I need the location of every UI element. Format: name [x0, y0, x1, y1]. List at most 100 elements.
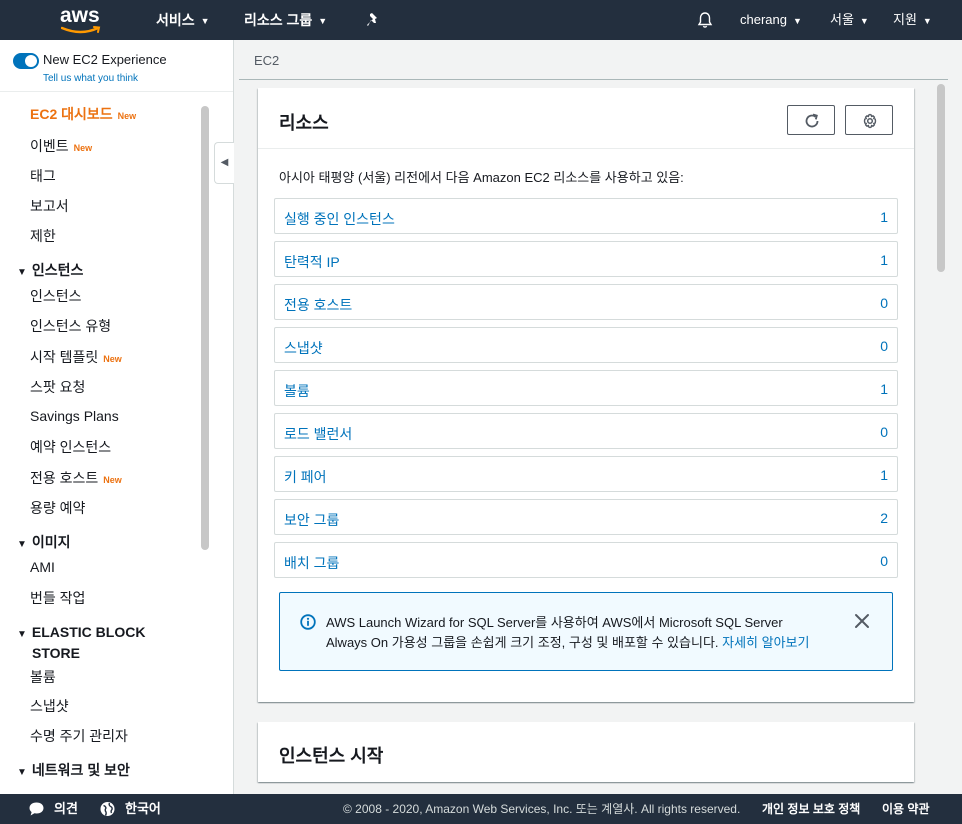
breadcrumb: EC2 — [254, 53, 280, 68]
sidebar: New EC2 Experience Tell us what you thin… — [0, 40, 234, 794]
resource-count: 0 — [880, 424, 888, 440]
new-experience-toggle[interactable] — [13, 53, 39, 69]
resource-count: 2 — [880, 510, 888, 526]
privacy-policy-link[interactable]: 개인 정보 보호 정책 — [762, 794, 860, 824]
alert-line2: Always On 가용성 그룹을 손쉽게 크기 조정, 구성 및 배포할 수 … — [326, 635, 719, 650]
sidebar-item-instance-types[interactable]: 인스턴스 유형 — [30, 316, 111, 336]
aws-smile-icon — [61, 26, 101, 34]
aws-logo[interactable]: aws — [60, 5, 102, 35]
sidebar-item-snapshots[interactable]: 스냅샷 — [30, 696, 69, 716]
sidebar-section-images[interactable]: ▼ 이미지 — [17, 532, 71, 552]
support-menu[interactable]: 지원 ▼ — [893, 0, 932, 40]
resource-count: 1 — [880, 381, 888, 397]
section-title: 네트워크 및 보안 — [31, 762, 130, 778]
resource-row-running-instances[interactable]: 실행 중인 인스턴스 1 — [274, 198, 898, 234]
sidebar-scrollbar[interactable] — [201, 106, 209, 550]
new-badge: New — [117, 111, 137, 121]
resource-row-key-pairs[interactable]: 키 페어 1 — [274, 456, 898, 492]
close-icon[interactable] — [854, 613, 870, 629]
feedback-link[interactable]: Tell us what you think — [43, 73, 138, 84]
sidebar-item-limits[interactable]: 제한 — [30, 226, 56, 246]
region-menu[interactable]: 서울 ▼ — [830, 0, 869, 40]
resource-count: 0 — [880, 553, 888, 569]
bell-icon[interactable] — [696, 11, 714, 29]
sidebar-section-instances[interactable]: ▼ 인스턴스 — [17, 260, 83, 280]
sidebar-section-ebs[interactable]: ▼ ELASTIC BLOCK STORE — [17, 623, 145, 662]
triangle-down-icon: ▼ — [17, 267, 27, 278]
resource-label: 스냅샷 — [284, 340, 323, 356]
region-name: 서울 — [830, 12, 854, 27]
services-label: 서비스 — [156, 12, 195, 28]
resource-label: 키 페어 — [284, 469, 327, 485]
sidebar-item-spot-requests[interactable]: 스팟 요청 — [30, 377, 85, 397]
resources-panel-header: 리소스 — [258, 88, 914, 149]
sidebar-item-label: 이벤트 — [30, 138, 69, 154]
footer: 의견 한국어 © 2008 - 2020, Amazon Web Service… — [0, 794, 962, 824]
sidebar-item-events[interactable]: 이벤트 New — [30, 136, 92, 156]
chevron-down-icon: ▼ — [318, 16, 328, 27]
sidebar-item-instances[interactable]: 인스턴스 — [30, 286, 82, 306]
sidebar-item-savings-plans[interactable]: Savings Plans — [30, 408, 119, 424]
resource-row-security-groups[interactable]: 보안 그룹 2 — [274, 499, 898, 535]
sidebar-item-launch-templates[interactable]: 시작 템플릿 New — [30, 347, 122, 367]
alert-message: AWS Launch Wizard for SQL Server를 사용하여 A… — [326, 613, 836, 653]
user-menu[interactable]: cherang ▼ — [740, 0, 802, 40]
resource-row-dedicated-hosts[interactable]: 전용 호스트 0 — [274, 284, 898, 320]
sidebar-item-reports[interactable]: 보고서 — [30, 196, 69, 216]
sidebar-item-ami[interactable]: AMI — [30, 559, 55, 575]
main-scrollbar[interactable] — [937, 84, 945, 272]
resource-label: 실행 중인 인스턴스 — [284, 211, 395, 227]
copyright-text: © 2008 - 2020, Amazon Web Services, Inc.… — [343, 802, 741, 816]
sidebar-divider — [0, 91, 233, 92]
resource-label: 볼륨 — [284, 383, 310, 399]
globe-icon — [100, 802, 115, 816]
section-title: 이미지 — [31, 534, 71, 550]
resource-label: 로드 밸런서 — [284, 426, 353, 442]
sidebar-item-bundle-tasks[interactable]: 번들 작업 — [30, 588, 85, 608]
resource-groups-menu[interactable]: 리소스 그룹 ▼ — [244, 0, 327, 40]
refresh-button[interactable] — [787, 105, 835, 135]
resource-count: 1 — [880, 252, 888, 268]
sidebar-item-reserved-instances[interactable]: 예약 인스턴스 — [30, 437, 111, 457]
triangle-down-icon: ▼ — [17, 629, 27, 640]
learn-more-link[interactable]: 자세히 알아보기 — [722, 635, 809, 650]
services-menu[interactable]: 서비스 ▼ — [156, 0, 210, 40]
resource-row-placement-groups[interactable]: 배치 그룹 0 — [274, 542, 898, 578]
launch-instance-panel: 인스턴스 시작 — [258, 722, 914, 782]
info-alert: AWS Launch Wizard for SQL Server를 사용하여 A… — [279, 592, 893, 671]
language-selector[interactable]: 한국어 — [125, 794, 161, 824]
sidebar-item-volumes[interactable]: 볼륨 — [30, 667, 56, 687]
chevron-left-icon: ◀ — [220, 157, 229, 168]
speech-bubble-icon — [29, 802, 44, 816]
chevron-down-icon: ▼ — [792, 15, 802, 26]
breadcrumb-divider — [239, 79, 948, 80]
sidebar-item-lifecycle-manager[interactable]: 수명 주기 관리자 — [30, 726, 128, 746]
section-title: 인스턴스 — [31, 262, 84, 278]
sidebar-item-capacity-reservations[interactable]: 용량 예약 — [30, 498, 85, 518]
sidebar-item-label: EC2 대시보드 — [30, 106, 113, 122]
resource-count: 1 — [880, 467, 888, 483]
resource-row-snapshots[interactable]: 스냅샷 0 — [274, 327, 898, 363]
refresh-icon — [805, 113, 819, 128]
sidebar-collapse-button[interactable]: ◀ — [214, 142, 234, 184]
sidebar-item-dedicated-hosts[interactable]: 전용 호스트 New — [30, 468, 122, 488]
alert-line1: AWS Launch Wizard for SQL Server를 사용하여 A… — [326, 615, 783, 630]
resource-row-elastic-ips[interactable]: 탄력적 IP 1 — [274, 241, 898, 277]
top-navigation-bar: aws 서비스 ▼ 리소스 그룹 ▼ cherang ▼ 서울 ▼ 지원 ▼ — [0, 0, 962, 40]
resource-row-load-balancers[interactable]: 로드 밸런서 0 — [274, 413, 898, 449]
support-label: 지원 — [893, 12, 917, 27]
sidebar-item-tags[interactable]: 태그 — [30, 166, 56, 186]
resource-row-volumes[interactable]: 볼륨 1 — [274, 370, 898, 406]
terms-link[interactable]: 이용 약관 — [882, 794, 930, 824]
resource-count: 1 — [880, 209, 888, 225]
feedback-button[interactable]: 의견 — [54, 794, 78, 824]
new-badge: New — [73, 143, 93, 153]
pin-icon[interactable] — [366, 12, 382, 28]
sidebar-section-network[interactable]: ▼ 네트워크 및 보안 — [17, 760, 130, 780]
settings-button[interactable] — [845, 105, 893, 135]
new-badge: New — [103, 354, 122, 364]
sidebar-item-label: 전용 호스트 — [30, 470, 99, 486]
resources-panel: 리소스 아시아 태평양 (서울) 리전에서 다음 Amazon EC2 리소스를… — [258, 88, 914, 702]
triangle-down-icon: ▼ — [17, 539, 27, 550]
sidebar-item-ec2-dashboard[interactable]: EC2 대시보드 New — [30, 104, 136, 124]
